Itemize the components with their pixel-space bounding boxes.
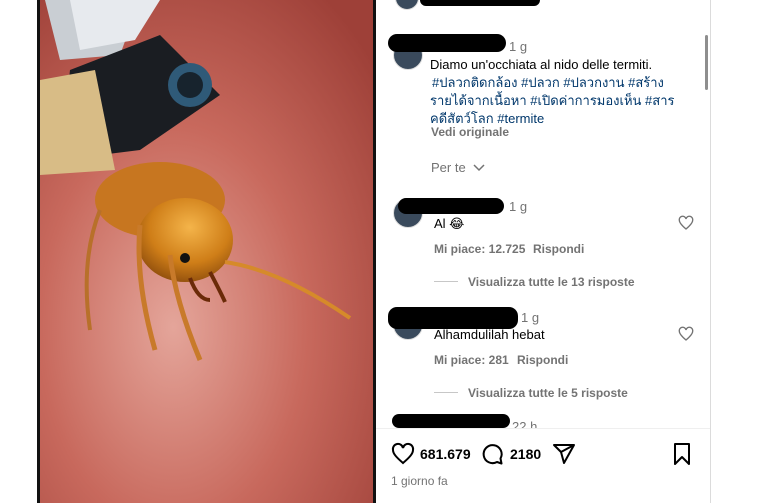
reply-button[interactable]: Rispondi	[533, 242, 584, 256]
comment-username-redacted[interactable]	[388, 307, 518, 329]
post-caption: Diamo un'occhiata al nido delle termiti.…	[430, 56, 690, 128]
replies-divider	[434, 392, 458, 393]
termite-photo	[40, 0, 373, 503]
comment-timestamp: 1 g	[509, 199, 528, 214]
comment-likes[interactable]: Mi piace: 281	[434, 353, 509, 367]
hashtags-line-3[interactable]: คดีสัตว์โลก #termite	[430, 111, 544, 126]
comment-text: Alhamdulilah hebat	[434, 327, 545, 342]
page-margin	[0, 0, 40, 503]
comment-timestamp: 22 h	[512, 419, 538, 428]
actions-divider	[376, 428, 710, 429]
view-replies-link[interactable]: Visualizza tutte le 5 risposte	[468, 386, 628, 400]
like-comment-heart-icon[interactable]	[678, 326, 694, 342]
like-comment-heart-icon[interactable]	[678, 215, 694, 231]
replies-divider	[434, 281, 458, 282]
hashtags-line-2[interactable]: รายได้จากเนื้อหา #เปิดค่าการมองเห็น #สาร	[430, 93, 675, 108]
caption-text: Diamo un'occhiata al nido delle termiti.	[430, 57, 653, 72]
hashtags-line-1[interactable]: #ปลวกติดกล้อง #ปลวก #ปลวกงาน #สร้าง	[432, 75, 664, 90]
comment-username-redacted[interactable]	[398, 198, 504, 214]
sort-label: Per te	[431, 160, 466, 175]
reply-button[interactable]: Rispondi	[517, 353, 568, 367]
heart-icon[interactable]	[391, 442, 415, 466]
panel-border	[710, 0, 711, 503]
comment-likes[interactable]: Mi piace: 12.725	[434, 242, 525, 256]
comment-timestamp: 1 g	[521, 310, 540, 325]
post-date: 1 giorno fa	[391, 474, 448, 488]
scrollbar[interactable]	[705, 35, 708, 90]
post-media-image[interactable]	[40, 0, 373, 503]
comment-text: Al 😂	[434, 216, 465, 231]
author-username-redacted[interactable]	[388, 34, 506, 52]
sort-dropdown[interactable]: Per te	[431, 160, 485, 175]
caption-timestamp: 1 g	[509, 39, 528, 54]
bookmark-icon[interactable]	[670, 442, 694, 466]
view-replies-link[interactable]: Visualizza tutte le 13 risposte	[468, 275, 635, 289]
comment-icon[interactable]	[480, 442, 504, 466]
header-username-redacted	[420, 0, 540, 6]
comment-username-redacted[interactable]	[392, 414, 510, 428]
share-icon[interactable]	[552, 442, 576, 466]
likes-count[interactable]: 681.679	[420, 446, 471, 462]
see-original-link[interactable]: Vedi originale	[431, 125, 509, 139]
chevron-down-icon	[473, 164, 485, 172]
comments-count[interactable]: 2180	[510, 446, 541, 462]
